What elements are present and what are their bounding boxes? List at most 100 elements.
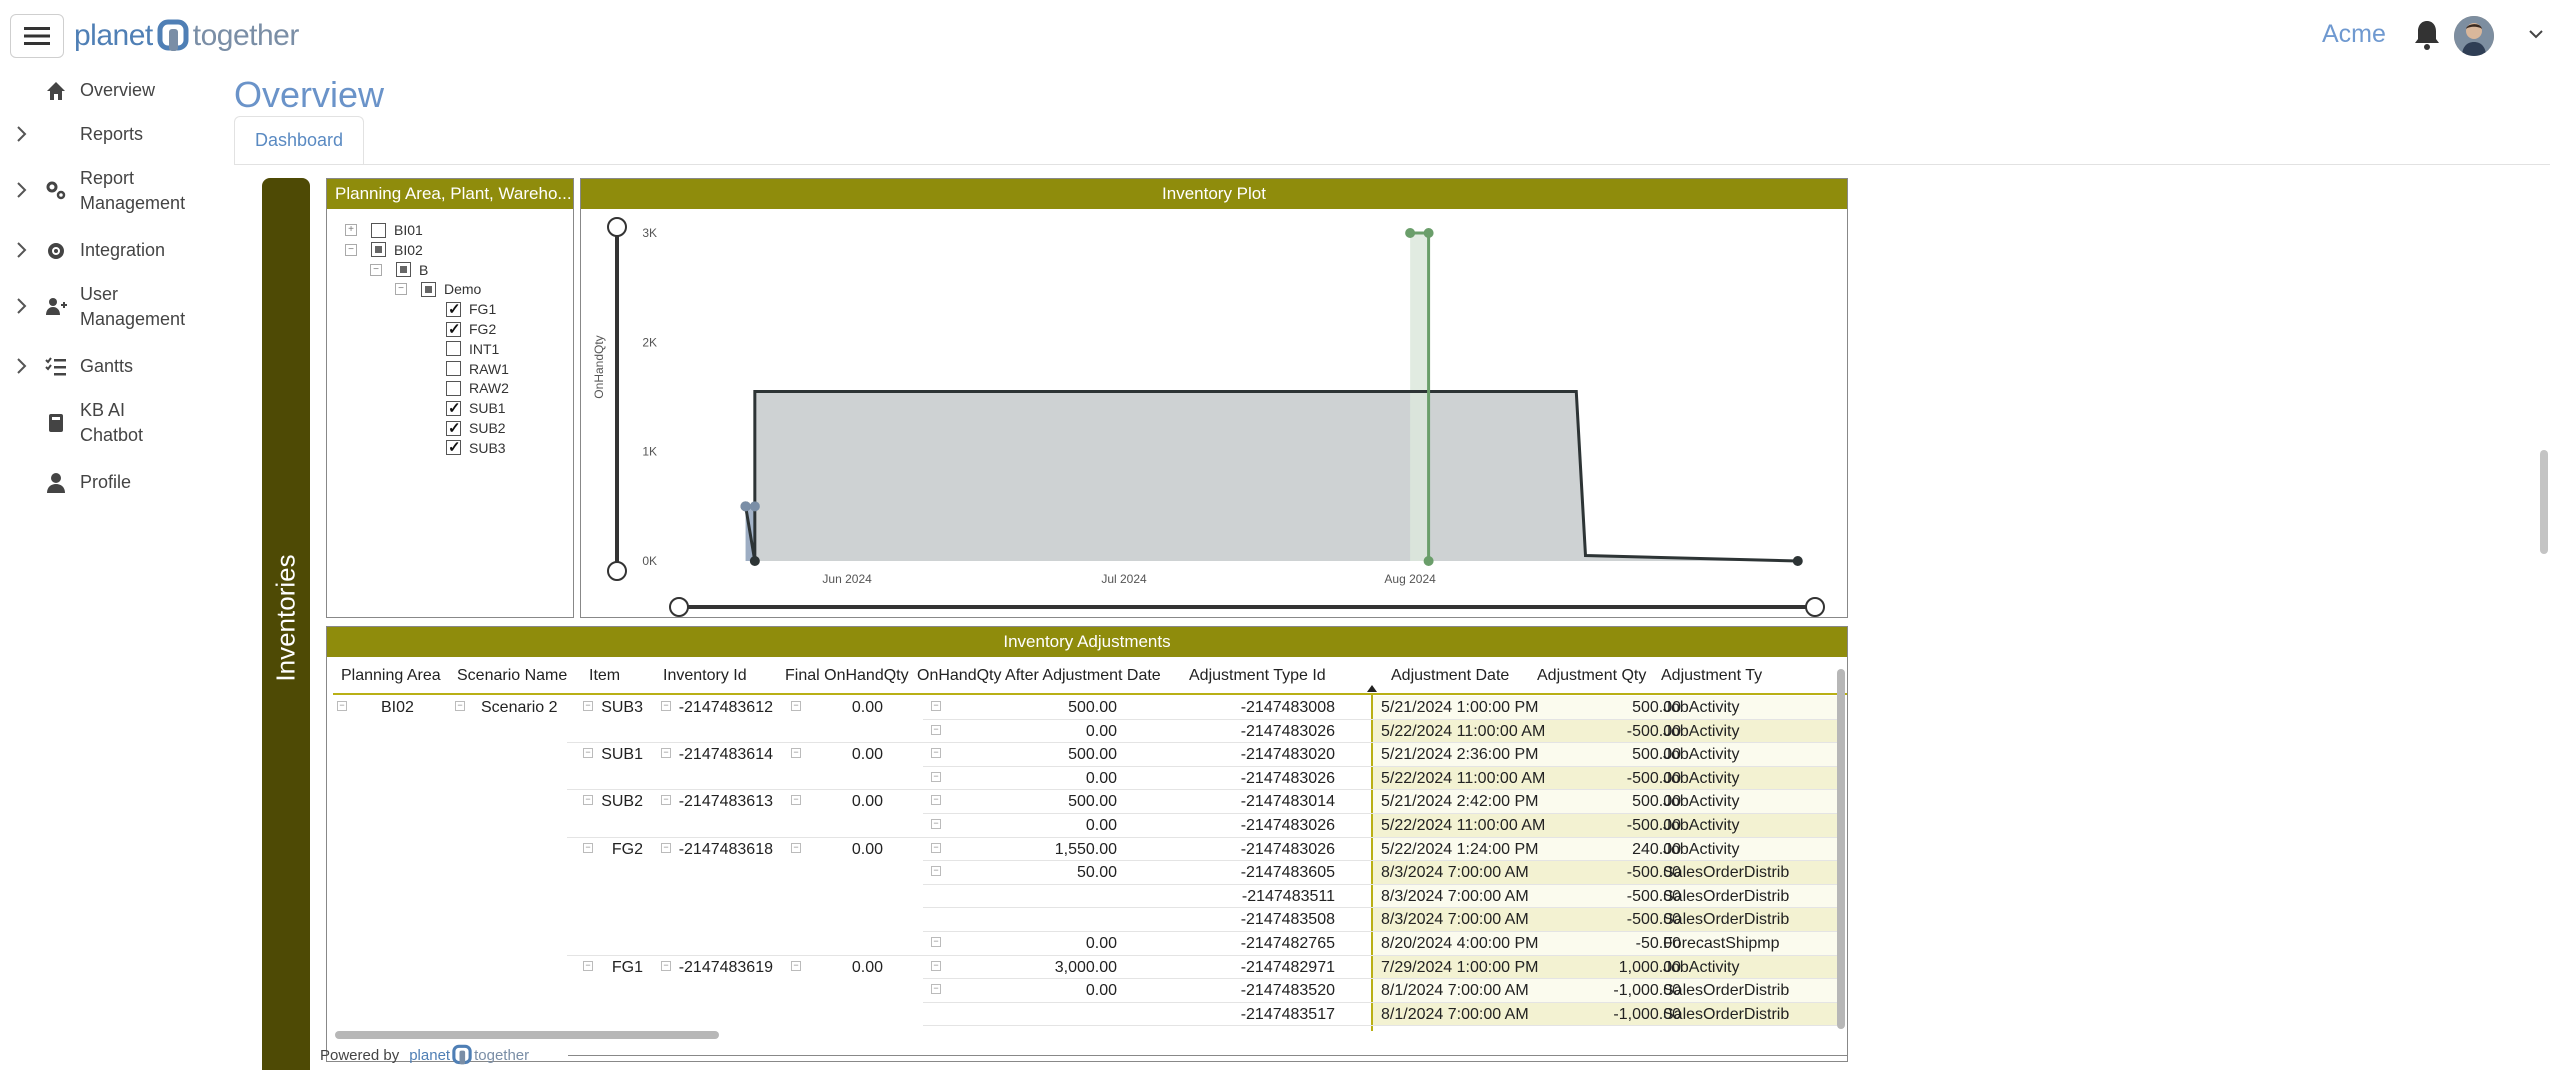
tree-node-int1[interactable]: INT1 [420, 340, 499, 358]
adjustment-date-cell: 5/21/2024 2:42:00 PM [1381, 793, 1539, 811]
org-name[interactable]: Acme [2322, 20, 2386, 49]
column-header-adjustment-date[interactable]: Adjustment Date [1391, 659, 1509, 693]
tree-node-fg2[interactable]: FG2 [420, 320, 496, 338]
column-header-adjustment-type-id[interactable]: Adjustment Type Id [1189, 659, 1326, 693]
collapse-toggle[interactable]: − [791, 960, 801, 971]
tree-checkbox[interactable] [446, 320, 461, 338]
vertical-scrollbar[interactable] [1837, 669, 1845, 1029]
collapse-toggle[interactable]: − [583, 842, 593, 853]
tree-node-raw1[interactable]: RAW1 [420, 360, 509, 378]
collapse-toggle[interactable]: − [791, 701, 801, 711]
tree-checkbox[interactable] [446, 419, 461, 437]
x-range-handle-left[interactable] [669, 597, 689, 617]
column-header-scenario-name[interactable]: Scenario Name [457, 659, 567, 693]
page-scrollbar[interactable] [2540, 450, 2548, 554]
column-header-planning-area[interactable]: Planning Area [341, 659, 441, 693]
collapse-toggle[interactable]: − [583, 748, 593, 759]
chevron-right-icon[interactable] [14, 296, 30, 316]
collapse-toggle[interactable]: − [661, 748, 671, 759]
tree-node-demo[interactable]: − Demo [395, 280, 481, 298]
column-header-inventory-id[interactable]: Inventory Id [663, 659, 747, 693]
x-range-handle-right[interactable] [1805, 597, 1825, 617]
tree-checkbox[interactable] [446, 341, 461, 357]
chevron-right-icon[interactable] [14, 180, 30, 200]
tree-checkbox[interactable] [446, 438, 461, 456]
onhand-after-cell [967, 886, 1117, 908]
onhand-after-cell: 0.00 [1085, 817, 1117, 834]
collapse-toggle[interactable]: − [931, 771, 941, 782]
sort-ascending-icon[interactable] [1367, 685, 1377, 692]
tree-node-fg1[interactable]: FG1 [420, 300, 496, 318]
tree-checkbox[interactable] [421, 281, 436, 297]
onhand-after-cell [967, 1004, 1117, 1026]
collapse-toggle[interactable]: − [931, 795, 941, 806]
tree-node-bi02[interactable]: − BI02 [345, 241, 423, 259]
sidebar-item-label: KB AI Chatbot [80, 400, 144, 445]
tree-checkbox[interactable] [371, 242, 386, 258]
y-tick-label: 3K [642, 226, 657, 240]
collapse-toggle[interactable]: − [931, 842, 941, 853]
tree-node-label: BI01 [394, 222, 423, 238]
collapse-toggle[interactable]: − [791, 795, 801, 806]
tree-checkbox[interactable] [446, 380, 461, 396]
tree-expand-toggle[interactable]: − [370, 263, 382, 276]
tree-node-sub2[interactable]: SUB2 [420, 419, 506, 437]
y-range-handle-top[interactable] [607, 217, 627, 237]
tree-checkbox[interactable] [446, 361, 461, 377]
collapse-toggle[interactable]: − [931, 701, 941, 711]
collapse-toggle[interactable]: − [791, 748, 801, 759]
collapse-toggle[interactable]: − [661, 795, 671, 806]
chevron-down-icon[interactable] [2526, 26, 2546, 42]
collapse-toggle[interactable]: − [455, 701, 465, 711]
tree-checkbox[interactable] [371, 222, 386, 238]
tree-node-raw2[interactable]: RAW2 [420, 379, 509, 397]
hamburger-menu-button[interactable] [10, 14, 64, 58]
y-range-handle-bottom[interactable] [607, 561, 627, 581]
collapse-toggle[interactable]: − [931, 819, 941, 829]
column-header-adjustment-qty[interactable]: Adjustment Qty [1537, 659, 1646, 693]
collapse-toggle[interactable]: − [791, 842, 801, 853]
collapse-toggle[interactable]: − [337, 701, 347, 711]
collapse-toggle[interactable]: − [931, 984, 941, 995]
tree-node-sub1[interactable]: SUB1 [420, 399, 506, 417]
column-header-onhandqty-after-adjustment-date[interactable]: OnHandQty After Adjustment Date [917, 659, 1161, 693]
chevron-right-icon[interactable] [14, 356, 30, 376]
final-onhand-cell: 0.00 [851, 746, 883, 764]
horizontal-scrollbar[interactable] [335, 1031, 719, 1039]
tree-expand-toggle[interactable]: − [395, 283, 407, 296]
inventory-chart[interactable]: 0K 1K 2K 3K OnHandQty Jun 2024 Jul 2024 Aug 202… [581, 209, 1847, 617]
collapse-toggle[interactable]: − [931, 960, 941, 971]
gear-icon [48, 243, 64, 259]
tree-checkbox[interactable] [446, 399, 461, 417]
tree-checkbox[interactable] [446, 300, 461, 318]
collapse-toggle[interactable]: − [583, 701, 593, 711]
item-cell: SUB2 [601, 793, 643, 811]
chevron-right-icon[interactable] [14, 240, 30, 260]
collapse-toggle[interactable]: − [931, 866, 941, 877]
collapse-toggle[interactable]: − [661, 960, 671, 971]
tree-node-b[interactable]: − B [370, 261, 428, 279]
tree-expand-toggle[interactable]: − [345, 243, 357, 256]
collapse-toggle[interactable]: − [931, 724, 941, 735]
collapse-toggle[interactable]: − [931, 937, 941, 947]
column-header-final-onhandqty[interactable]: Final OnHandQty [785, 659, 909, 693]
collapse-toggle[interactable]: − [583, 795, 593, 806]
app-logo[interactable]: planet together [74, 18, 299, 54]
chevron-right-icon[interactable] [14, 124, 30, 144]
column-header-adjustment-ty[interactable]: Adjustment Ty [1661, 659, 1762, 693]
chart-panel: Inventory Plot 0K 1K 2K 3K OnHandQty Jun 2024… [580, 178, 1848, 618]
tree-node-bi01[interactable]: + BI01 [345, 221, 423, 239]
collapse-toggle[interactable]: − [661, 701, 671, 711]
tree-expand-toggle[interactable]: + [345, 224, 357, 236]
tree-checkbox[interactable] [396, 262, 411, 278]
column-header-item[interactable]: Item [589, 659, 620, 693]
collapse-toggle[interactable]: − [583, 960, 593, 971]
adjustment-type-id-cell: -2147483605 [1240, 864, 1335, 882]
avatar[interactable] [2454, 16, 2494, 56]
logo-text-left: planet [74, 19, 153, 52]
collapse-toggle[interactable]: − [931, 748, 941, 759]
collapse-toggle[interactable]: − [661, 842, 671, 853]
tab-dashboard[interactable]: Dashboard [234, 116, 364, 164]
tree-node-sub3[interactable]: SUB3 [420, 438, 506, 457]
bell-icon[interactable] [2412, 19, 2442, 51]
